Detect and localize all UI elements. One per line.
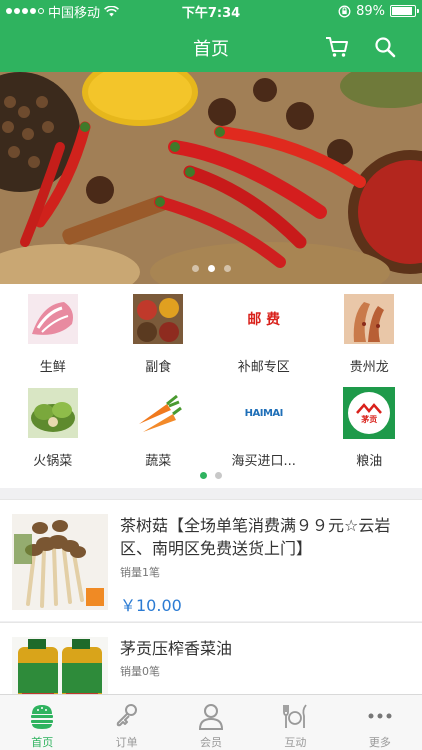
spices-image [132, 293, 184, 345]
wifi-icon [104, 5, 119, 16]
tab-home[interactable]: 首页 [0, 695, 84, 750]
category-label: 副食 [145, 360, 172, 375]
search-button[interactable] [372, 34, 398, 60]
tab-label: 互动 [284, 736, 307, 749]
guizhoulong-image [343, 293, 395, 345]
category-label: 火锅菜 [33, 454, 73, 469]
grain-oil-logo-text: 茅贡 [361, 414, 378, 424]
product-sales: 销量1笔 [120, 566, 160, 579]
category-fresh[interactable]: 生鲜 [0, 284, 106, 378]
haimai-logo: HAIMAI [238, 387, 290, 439]
search-icon [375, 37, 396, 58]
mountain-icon [356, 402, 383, 414]
product-card[interactable]: 茅贡压榨香菜油 销量0笔 [0, 622, 422, 694]
status-bar: 中国移动 下午7:34 89% [0, 0, 422, 22]
banner-carousel[interactable] [0, 72, 422, 284]
banner-dot-active[interactable] [207, 265, 215, 272]
category-page-dot[interactable] [215, 472, 222, 479]
category-guizhoulong[interactable]: 贵州龙 [317, 284, 422, 378]
category-groceries[interactable]: 副食 [106, 284, 212, 378]
tab-member[interactable]: 会员 [169, 695, 253, 750]
category-label: 补邮专区 [237, 360, 290, 375]
product-card[interactable]: 茶树菇【全场单笔消费满９９元☆云岩区、南明区免费送货上门】 销量1笔 ￥10.0… [0, 499, 422, 621]
member-icon [196, 701, 226, 731]
battery-percent: 89% [356, 3, 385, 19]
category-grid-section: 生鲜 副食 邮 费 补邮专区 贵州龙 火锅菜 蔬菜 HAIMAI 海买进口...… [0, 284, 422, 488]
category-grain-oil[interactable]: 茅贡 粮油 [317, 378, 422, 472]
postage-image: 邮 费 [238, 293, 290, 345]
tab-more[interactable]: 更多 [338, 695, 422, 750]
home-icon [27, 701, 57, 731]
status-time: 下午7:34 [181, 5, 241, 21]
product-sales: 销量0笔 [120, 665, 160, 678]
more-icon [365, 701, 395, 731]
carrots-image [132, 387, 184, 439]
tab-label: 订单 [115, 736, 138, 749]
banner-pagination [0, 265, 422, 272]
tab-interaction[interactable]: 互动 [253, 695, 337, 750]
category-page-dot-active[interactable] [200, 472, 207, 479]
app-header: 首页 [0, 22, 422, 72]
banner-dot[interactable] [191, 265, 199, 272]
category-haimai-import[interactable]: HAIMAI 海买进口... [211, 378, 317, 472]
category-postage[interactable]: 邮 费 补邮专区 [211, 284, 317, 378]
category-label: 粮油 [356, 454, 383, 469]
category-label: 海买进口... [231, 454, 296, 469]
grain-oil-logo: 茅贡 [343, 387, 396, 439]
tab-label: 会员 [200, 736, 223, 749]
product-title[interactable]: 茶树菇【全场单笔消费满９９元☆云岩区、南明区免费送货上门】 [120, 514, 410, 560]
tab-label: 更多 [368, 736, 391, 749]
rapeseed-oil-image [12, 637, 108, 694]
category-label: 贵州龙 [349, 360, 389, 375]
spices-banner-image [0, 72, 422, 284]
order-icon [112, 701, 142, 731]
category-vegetables[interactable]: 蔬菜 [106, 378, 212, 472]
category-label: 生鲜 [39, 360, 66, 375]
haimai-logo-text: HAIMAI [244, 407, 284, 419]
page-title: 首页 [193, 39, 229, 60]
cart-icon [326, 37, 348, 57]
banner-dot[interactable] [223, 265, 231, 272]
signal-strength-icon [6, 8, 44, 14]
fresh-meat-image [27, 293, 79, 345]
hotpot-vegetables-image [27, 387, 79, 439]
cart-button[interactable] [324, 34, 350, 60]
category-hotpot[interactable]: 火锅菜 [0, 378, 106, 472]
tab-label: 首页 [31, 736, 54, 749]
postage-image-text: 邮 费 [247, 312, 281, 328]
category-pagination [0, 472, 422, 479]
category-label: 蔬菜 [145, 454, 172, 469]
battery-icon [390, 5, 419, 17]
tab-orders[interactable]: 订单 [84, 695, 168, 750]
rotation-lock-icon [338, 5, 351, 17]
product-title[interactable]: 茅贡压榨香菜油 [120, 637, 410, 660]
carrier-name: 中国移动 [48, 5, 101, 21]
interaction-icon [280, 701, 310, 731]
tea-tree-mushroom-image [12, 514, 108, 610]
bottom-tab-bar: 首页 订单 会员 互动 更多 [0, 694, 422, 750]
product-price: ￥10.00 [120, 596, 182, 615]
